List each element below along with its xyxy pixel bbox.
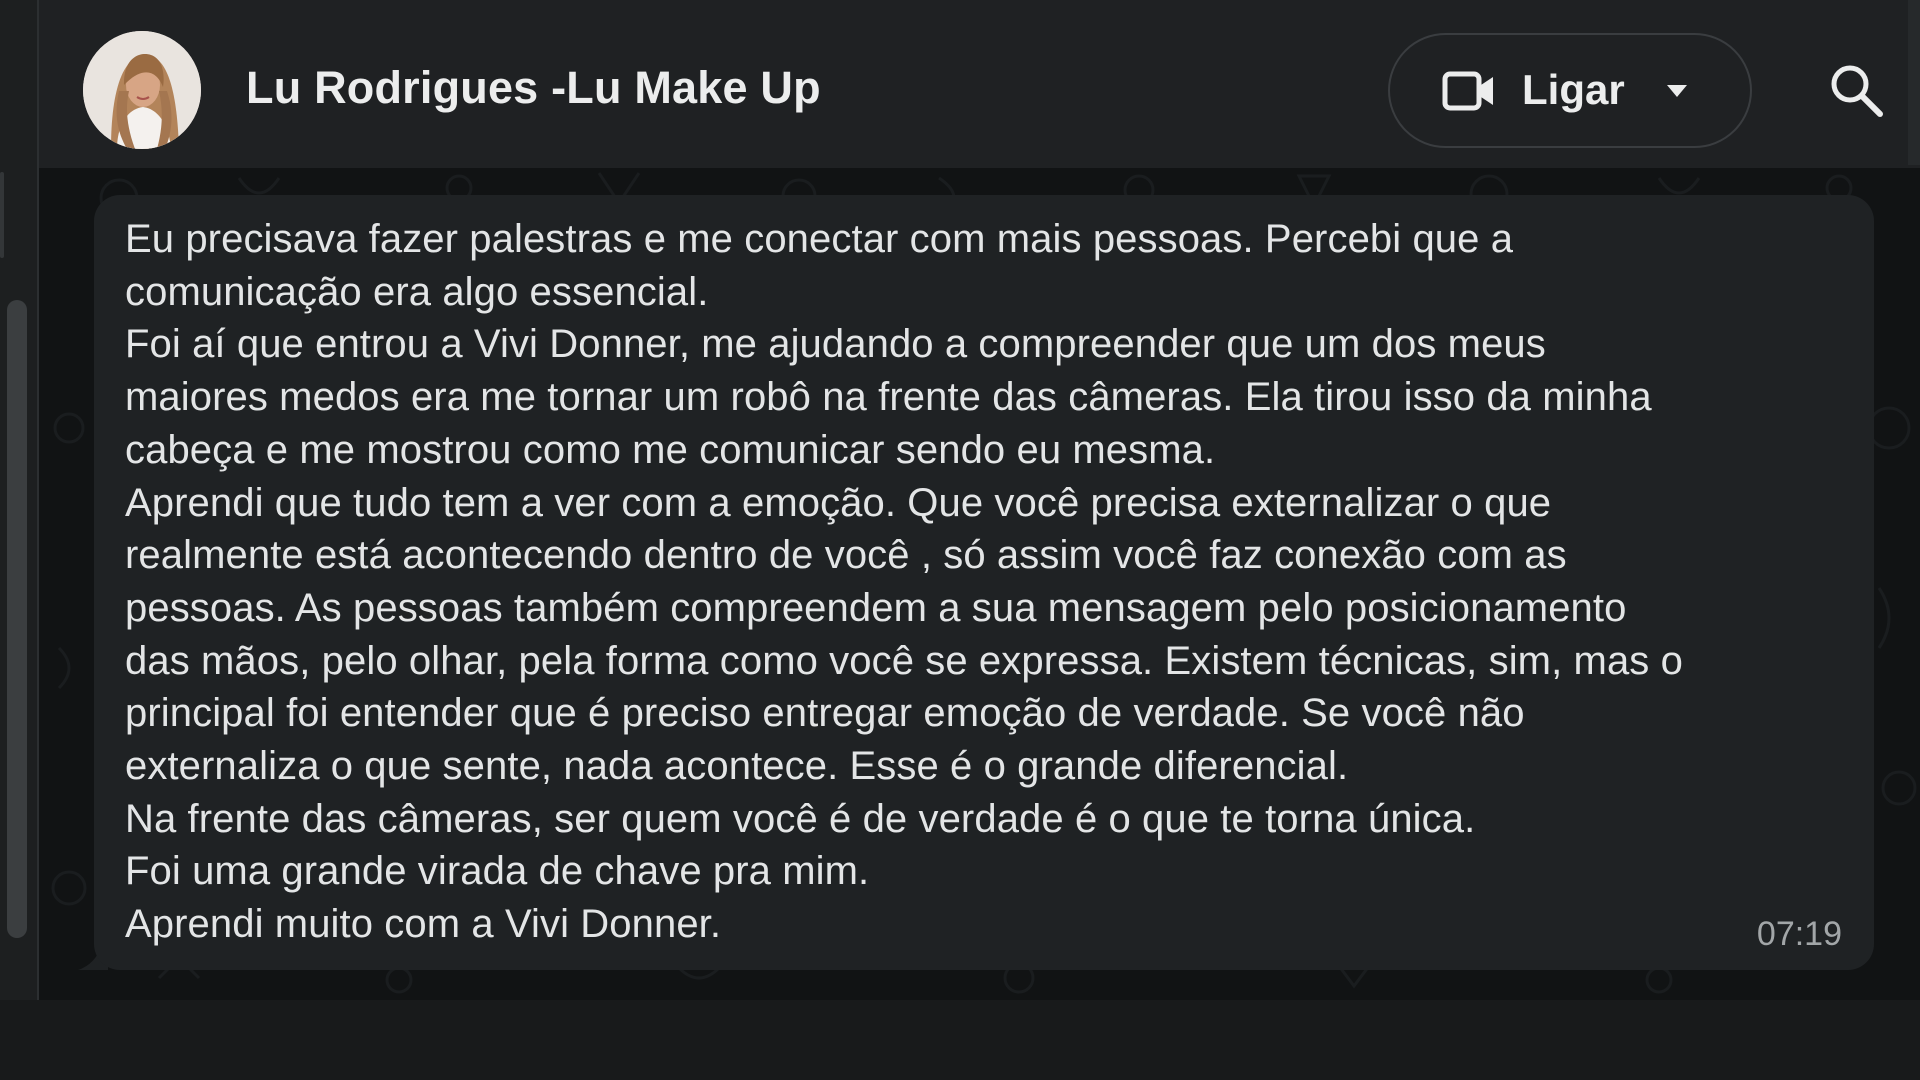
video-camera-icon [1442,71,1493,111]
message-line: pessoas. As pessoas também compreendem a… [125,585,1627,630]
message-line: externaliza o que sente, nada acontece. … [125,744,1349,789]
bottom-spacer [0,1000,1920,1080]
call-button-label: Ligar [1522,66,1625,113]
contact-name[interactable]: Lu Rodrigues -Lu Make Up [246,62,821,114]
avatar-photo [83,31,201,149]
chevron-down-icon[interactable] [1665,83,1689,99]
message-timestamp: 07:19 [1756,915,1842,953]
call-button[interactable]: Ligar [1388,33,1752,148]
rail-edge-marker [0,172,4,258]
message-line: comunicação era algo essencial. [125,269,709,314]
message-line: das mãos, pelo olhar, pela forma como vo… [125,638,1683,683]
message-bubble[interactable]: Eu precisava fazer palestras e me conect… [94,195,1874,970]
chat-window: Lu Rodrigues -Lu Make Up Ligar Eu precis… [0,0,1920,1080]
message-line: principal foi entender que é preciso ent… [125,691,1525,736]
message-line: maiores medos era me tornar um robô na f… [125,375,1652,420]
message-line: realmente está acontecendo dentro de voc… [125,533,1567,578]
message-line: cabeça e me mostrou como me comunicar se… [125,427,1216,472]
window-edge [1908,0,1920,165]
message-line: Foi aí que entrou a Vivi Donner, me ajud… [125,322,1546,367]
chat-list-rail [0,0,39,1000]
scrollbar[interactable] [7,300,27,938]
message-line: Na frente das câmeras, ser quem você é d… [125,796,1476,841]
message-line: Eu precisava fazer palestras e me conect… [125,217,1514,261]
message-line: Foi uma grande virada de chave pra mim. [125,849,870,894]
avatar[interactable] [83,31,201,149]
message-line: Aprendi muito com a Vivi Donner. [125,902,722,947]
message-text: Eu precisava fazer palestras e me conect… [125,213,1844,951]
message-line: Aprendi que tudo tem a ver com a emoção.… [125,480,1552,525]
search-icon[interactable] [1828,62,1884,118]
